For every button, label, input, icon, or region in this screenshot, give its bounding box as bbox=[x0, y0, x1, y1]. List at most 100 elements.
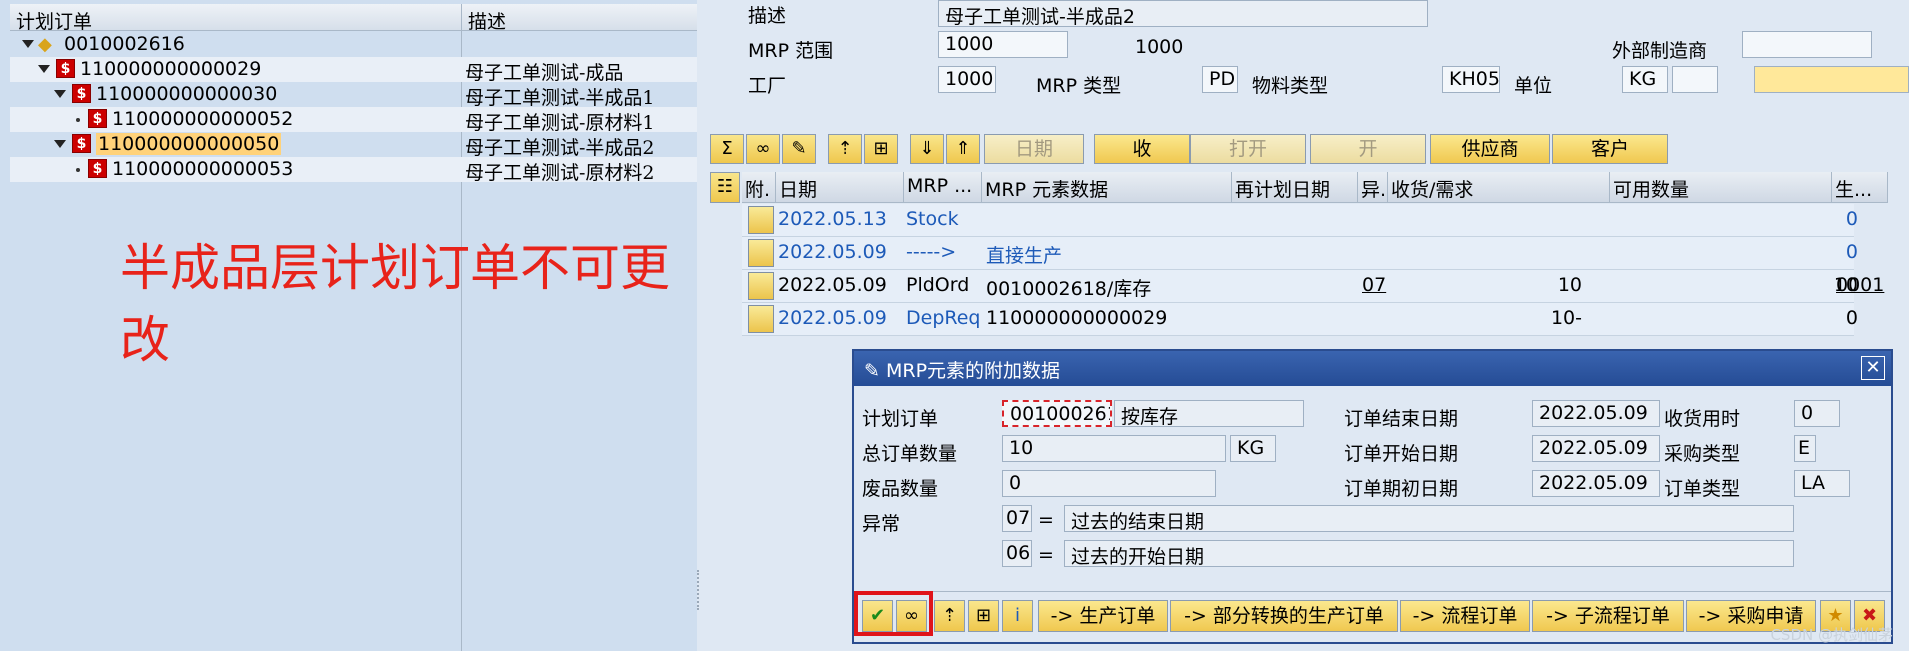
exception-text-2: 过去的开始日期 bbox=[1064, 540, 1794, 567]
tree-row[interactable]: $ 110000000000053 母子工单测试-原材料2 bbox=[10, 157, 697, 184]
collapse-all-icon[interactable]: ⇑ bbox=[946, 134, 980, 164]
total-qty-unit: KG bbox=[1230, 435, 1276, 462]
table-row[interactable]: 2022.05.13 Stock 0 bbox=[742, 204, 1858, 237]
pencil-icon[interactable]: ✎ bbox=[782, 134, 816, 164]
unit-field[interactable]: KG bbox=[1622, 66, 1668, 93]
table-row[interactable]: 2022.05.09 DepReq 110000000000029 10- 0 bbox=[742, 303, 1858, 336]
col-exception[interactable]: 异. bbox=[1358, 172, 1388, 203]
unit-extra-field[interactable] bbox=[1672, 66, 1718, 93]
tree-row[interactable]: $ 110000000000050 母子工单测试-半成品2 bbox=[10, 132, 697, 159]
exception-code-2: 06 bbox=[1002, 540, 1032, 567]
table-row[interactable]: 2022.05.09 PldOrd 0010002618/库存 07 10 10… bbox=[742, 270, 1884, 303]
tree-row[interactable]: $ 110000000000052 母子工单测试-原材料1 bbox=[10, 107, 697, 134]
to-partial-production-order-button[interactable]: -> 部分转换的生产订单 bbox=[1170, 600, 1398, 632]
cell-exception[interactable]: 07 bbox=[1362, 274, 1386, 296]
close-icon[interactable]: ✕ bbox=[1861, 356, 1885, 380]
expand-arrow-icon[interactable] bbox=[38, 65, 50, 73]
proc-type-label: 采购类型 bbox=[1664, 443, 1741, 465]
sum-icon[interactable]: Σ bbox=[710, 134, 744, 164]
to-process-order-button[interactable]: -> 流程订单 bbox=[1400, 600, 1530, 632]
tree-row[interactable]: $ 110000000000030 母子工单测试-半成品1 bbox=[10, 82, 697, 109]
mrp-area-label: MRP 范围 bbox=[748, 40, 834, 62]
detail-icon[interactable] bbox=[748, 305, 774, 333]
row-icon[interactable] bbox=[748, 239, 774, 267]
exception-code-1: 07 bbox=[1002, 505, 1032, 532]
tree-row-label-selected: 110000000000050 bbox=[96, 133, 282, 155]
dialog-title-bar[interactable]: ✎ MRP元素的附加数据 ✕ bbox=[854, 351, 1891, 386]
tree-header: 计划订单 描述 bbox=[10, 4, 697, 33]
mat-type-field[interactable]: KH05 bbox=[1442, 66, 1500, 93]
tree-row-label: 110000000000053 bbox=[112, 158, 294, 180]
cell-date: 2022.05.09 bbox=[778, 241, 887, 263]
plan-order-field[interactable]: 0010002618 bbox=[1002, 400, 1112, 427]
expand-arrow-icon[interactable] bbox=[22, 40, 34, 48]
to-sub-process-order-button[interactable]: -> 子流程订单 bbox=[1532, 600, 1684, 632]
clipboard-icon[interactable]: ☷ bbox=[710, 172, 740, 203]
to-production-order-button[interactable]: -> 生产订单 bbox=[1038, 600, 1168, 632]
total-qty-label: 总订单数量 bbox=[862, 443, 958, 465]
table-row[interactable]: 2022.05.09 -----> 直接生产 0 bbox=[742, 237, 1858, 270]
expand-arrow-icon[interactable] bbox=[54, 90, 66, 98]
date-button[interactable]: 日期 bbox=[984, 134, 1084, 164]
start-date-field: 2022.05.09 bbox=[1532, 435, 1660, 462]
tree-row-label: 0010002616 bbox=[64, 33, 185, 55]
open2-button[interactable]: 开 bbox=[1310, 134, 1426, 164]
detail-icon[interactable] bbox=[748, 206, 774, 234]
info-icon[interactable]: i bbox=[1002, 600, 1033, 632]
tree-row-desc: 母子工单测试-原材料1 bbox=[465, 112, 655, 134]
col-replan[interactable]: 再计划日期 bbox=[1232, 172, 1358, 203]
expand-all-icon[interactable]: ⇓ bbox=[910, 134, 944, 164]
mrp-additional-data-dialog: ✎ MRP元素的附加数据 ✕ 计划订单 0010002618 按库存 总订单数量… bbox=[852, 349, 1893, 644]
hierarchy-up-icon[interactable]: ⇡ bbox=[934, 600, 965, 632]
detail-icon[interactable] bbox=[748, 272, 774, 300]
tree-header-order: 计划订单 bbox=[16, 11, 93, 33]
mrp-area-field[interactable]: 1000 bbox=[938, 31, 1068, 58]
planned-order-icon: $ bbox=[88, 109, 107, 128]
cell-available: 0 bbox=[1845, 307, 1858, 329]
cell-mrp: PldOrd bbox=[906, 274, 970, 296]
col-available[interactable]: 可用数量 bbox=[1610, 172, 1832, 203]
vendor-button[interactable]: 供应商 bbox=[1430, 134, 1550, 164]
hierarchy-up-icon[interactable]: ⇡ bbox=[828, 134, 862, 164]
gr-time-field: 0 bbox=[1794, 400, 1840, 427]
splitter-handle[interactable] bbox=[697, 570, 702, 610]
ext-mfr-field[interactable] bbox=[1742, 31, 1872, 58]
cell-prod[interactable]: 0001 bbox=[1836, 274, 1884, 296]
dialog-divider bbox=[854, 591, 1891, 592]
highlight-field[interactable] bbox=[1754, 66, 1909, 93]
exception-label: 异常 bbox=[862, 513, 901, 535]
tree-row[interactable]: $ 110000000000029 母子工单测试-成品 bbox=[10, 57, 697, 84]
planned-order-icon: $ bbox=[88, 159, 107, 178]
receive-button[interactable]: 收 bbox=[1094, 134, 1190, 164]
mrp-type-field[interactable]: PD bbox=[1202, 66, 1238, 93]
col-mrp-data[interactable]: MRP 元素数据 bbox=[982, 172, 1232, 203]
equals-sign-2: = bbox=[1038, 544, 1054, 566]
col-date[interactable]: 日期 bbox=[776, 172, 904, 203]
dialog-title: MRP元素的附加数据 bbox=[885, 360, 1061, 382]
customer-button[interactable]: 客户 bbox=[1552, 134, 1668, 164]
tree-row-desc: 母子工单测试-原材料2 bbox=[465, 162, 655, 184]
scrap-label: 废品数量 bbox=[862, 478, 939, 500]
tree-row-label: 110000000000052 bbox=[112, 108, 294, 130]
vendor-button-label: 供应商 bbox=[1461, 138, 1519, 160]
plant-label: 工厂 bbox=[748, 75, 787, 97]
tree-row-desc: 母子工单测试-半成品2 bbox=[465, 137, 655, 159]
open2-button-label: 开 bbox=[1358, 138, 1378, 160]
expand-arrow-icon[interactable] bbox=[54, 140, 66, 148]
hierarchy-add-icon[interactable]: ⊞ bbox=[968, 600, 999, 632]
col-mrp[interactable]: MRP ... bbox=[904, 172, 982, 203]
date-button-label: 日期 bbox=[1014, 138, 1053, 160]
tree-row[interactable]: ◆ 0010002616 bbox=[10, 32, 697, 57]
cell-date: 2022.05.13 bbox=[778, 208, 887, 230]
planned-order-icon: $ bbox=[72, 84, 91, 103]
hierarchy-add-icon[interactable]: ⊞ bbox=[864, 134, 898, 164]
col-prod[interactable]: 生... bbox=[1832, 172, 1888, 203]
plant-field[interactable]: 1000 bbox=[938, 66, 996, 93]
col-receipt[interactable]: 收货/需求 bbox=[1388, 172, 1610, 203]
cell-mrp-data: 0010002618/库存 bbox=[986, 278, 1152, 300]
open-button[interactable]: 打开 bbox=[1190, 134, 1306, 164]
col-attach[interactable]: 附. bbox=[742, 172, 776, 203]
glasses-icon[interactable]: ∞ bbox=[746, 134, 780, 164]
leaf-bullet-icon bbox=[76, 118, 80, 122]
receive-button-label: 收 bbox=[1132, 138, 1152, 160]
